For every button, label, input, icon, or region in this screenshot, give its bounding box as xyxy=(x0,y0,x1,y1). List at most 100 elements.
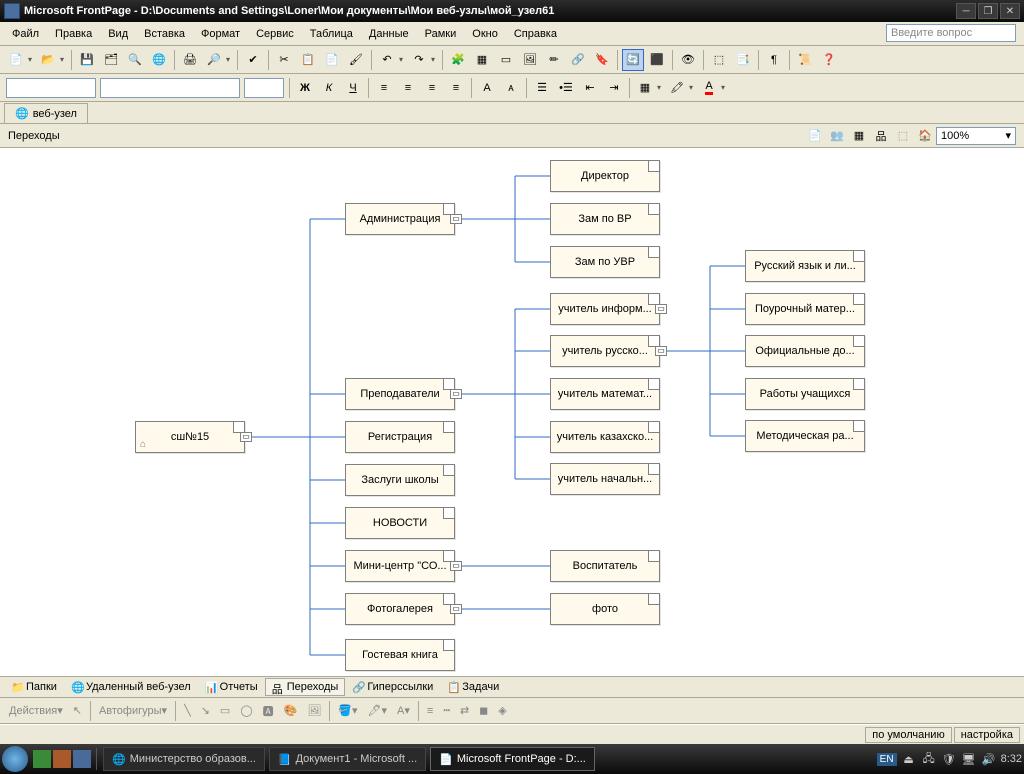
spelling-icon[interactable]: ✔ xyxy=(242,49,264,71)
help-icon[interactable]: ❓ xyxy=(818,49,840,71)
fill-color-icon[interactable]: 🪣▾ xyxy=(334,702,361,719)
align-center-icon[interactable]: ≡ xyxy=(397,77,419,99)
node-deputy-vr[interactable]: Зам по ВР xyxy=(550,203,660,235)
bookmark-icon[interactable]: 🔖 xyxy=(591,49,613,71)
new-page-icon[interactable]: 📄 xyxy=(5,49,27,71)
tab-tasks[interactable]: 📋Задачи xyxy=(440,678,506,696)
task-pane-icon[interactable]: 📑 xyxy=(732,49,754,71)
tab-folders[interactable]: 📁Папки xyxy=(4,678,64,696)
tray-network-icon[interactable]: 🖧 xyxy=(921,751,937,767)
size-combo[interactable] xyxy=(244,78,284,98)
menu-file[interactable]: Файл xyxy=(4,25,47,43)
save-icon[interactable]: 💾 xyxy=(76,49,98,71)
node-teacher-russian[interactable]: учитель русско...▭ xyxy=(550,335,660,367)
actions-menu[interactable]: Действия ▾ xyxy=(5,702,67,719)
ql-browser-icon[interactable] xyxy=(53,750,71,768)
tab-navigation[interactable]: 品Переходы xyxy=(265,678,346,696)
task-frontpage[interactable]: 📄Microsoft FrontPage - D:... xyxy=(430,747,595,771)
expand-icon[interactable]: ▭ xyxy=(450,561,462,571)
language-indicator[interactable]: EN xyxy=(877,753,897,766)
open-icon[interactable]: 📂 xyxy=(37,49,59,71)
expand-icon[interactable]: ▭ xyxy=(655,346,667,356)
menu-table[interactable]: Таблица xyxy=(302,25,361,43)
node-minicenter[interactable]: Мини-центр "СО...▭ xyxy=(345,550,455,582)
menu-data[interactable]: Данные xyxy=(361,25,417,43)
task-ministry[interactable]: 🌐Министерство образов... xyxy=(103,747,265,771)
dash-style-icon[interactable]: ┅ xyxy=(439,702,454,719)
rectangle-icon[interactable]: ▭ xyxy=(216,702,234,719)
close-button[interactable]: ✕ xyxy=(1000,3,1020,19)
justify-icon[interactable]: ≡ xyxy=(445,77,467,99)
align-right-icon[interactable]: ≡ xyxy=(421,77,443,99)
portrait-icon[interactable]: 🏠 xyxy=(915,126,935,146)
menu-window[interactable]: Окно xyxy=(464,25,506,43)
node-photo[interactable]: фото xyxy=(550,593,660,625)
layer-icon[interactable]: ▭ xyxy=(495,49,517,71)
undo-icon[interactable]: ↶ xyxy=(376,49,398,71)
doc-tab-website[interactable]: 🌐 веб-узел xyxy=(4,103,88,123)
arrow-style-icon[interactable]: ⇄ xyxy=(456,702,473,719)
wordart-icon[interactable]: 🎨 xyxy=(280,702,302,719)
node-educator[interactable]: Воспитатель xyxy=(550,550,660,582)
increase-indent-icon[interactable]: ⇥ xyxy=(603,77,625,99)
expand-icon[interactable]: ▭ xyxy=(450,389,462,399)
paste-icon[interactable]: 📄 xyxy=(321,49,343,71)
add-existing-icon[interactable]: 👥 xyxy=(827,126,847,146)
restore-button[interactable]: ❐ xyxy=(978,3,998,19)
align-left-icon[interactable]: ≡ xyxy=(373,77,395,99)
font-color-icon[interactable]: A xyxy=(698,77,720,99)
tab-remote[interactable]: 🌐Удаленный веб-узел xyxy=(64,678,198,696)
node-russian-lang[interactable]: Русский язык и ли... xyxy=(745,250,865,282)
drawing-icon[interactable]: ✏ xyxy=(543,49,565,71)
node-root[interactable]: сш№15 ⌂ ▭ xyxy=(135,421,245,453)
tray-monitor-icon[interactable]: 🖥 xyxy=(961,751,977,767)
font-color-icon[interactable]: A▾ xyxy=(393,702,414,719)
font-color-dropdown[interactable]: ▾ xyxy=(721,83,729,92)
redo-icon[interactable]: ↷ xyxy=(408,49,430,71)
format-painter-icon[interactable]: 🖌 xyxy=(345,49,367,71)
node-director[interactable]: Директор xyxy=(550,160,660,192)
navigation-canvas[interactable]: сш№15 ⌂ ▭ Администрация▭ Преподаватели▭ … xyxy=(0,148,1024,676)
publish-icon[interactable]: 🌐 xyxy=(148,49,170,71)
numbering-icon[interactable]: ☰ xyxy=(531,77,553,99)
hyperlink-icon[interactable]: 🔗 xyxy=(567,49,589,71)
select-icon[interactable]: ↖ xyxy=(69,702,86,719)
save-all-icon[interactable]: 🗂 xyxy=(100,49,122,71)
task-word[interactable]: 📘Документ1 - Microsoft ... xyxy=(269,747,426,771)
show-layer-icon[interactable]: ⬚ xyxy=(708,49,730,71)
show-all-icon[interactable]: 👁 xyxy=(677,49,699,71)
expand-icon[interactable]: ▭ xyxy=(450,604,462,614)
picture-icon[interactable]: 🖼 xyxy=(519,49,541,71)
expand-icon[interactable]: ▭ xyxy=(450,214,462,224)
3d-icon[interactable]: ◈ xyxy=(494,702,510,719)
underline-icon[interactable]: Ч xyxy=(342,77,364,99)
autoshapes-menu[interactable]: Автофигуры ▾ xyxy=(95,702,171,719)
refresh-icon[interactable]: 🔄 xyxy=(622,49,644,71)
clock[interactable]: 8:32 xyxy=(1001,753,1022,765)
tab-hyperlinks[interactable]: 🔗Гиперссылки xyxy=(345,678,440,696)
tray-safely-remove-icon[interactable]: ⏏ xyxy=(901,751,917,767)
textbox-icon[interactable]: 🅰 xyxy=(259,701,278,721)
stop-icon[interactable]: ⬛ xyxy=(646,49,668,71)
clipart-icon[interactable]: 🖼 xyxy=(303,702,325,719)
decrease-font-icon[interactable]: ᴀ xyxy=(500,77,522,99)
status-default[interactable]: по умолчанию xyxy=(865,727,951,743)
style-combo[interactable] xyxy=(6,78,96,98)
menu-tools[interactable]: Сервис xyxy=(248,25,302,43)
include-icon[interactable]: ⬚ xyxy=(893,126,913,146)
new-dropdown[interactable]: ▾ xyxy=(28,55,36,64)
node-teacher-kazakh[interactable]: учитель казахско... xyxy=(550,421,660,453)
increase-font-icon[interactable]: A xyxy=(476,77,498,99)
zoom-combo[interactable]: 100% ▾ xyxy=(936,127,1016,145)
node-teacher-math[interactable]: учитель математ... xyxy=(550,378,660,410)
borders-dropdown[interactable]: ▾ xyxy=(657,83,665,92)
view-subtree-icon[interactable]: ▦ xyxy=(849,126,869,146)
node-methodical[interactable]: Методическая ра... xyxy=(745,420,865,452)
node-guestbook[interactable]: Гостевая книга xyxy=(345,639,455,671)
node-teacher-it[interactable]: учитель информ...▭ xyxy=(550,293,660,325)
menu-edit[interactable]: Правка xyxy=(47,25,100,43)
arrow-icon[interactable]: ↘ xyxy=(197,702,214,719)
node-news[interactable]: НОВОСТИ xyxy=(345,507,455,539)
menu-insert[interactable]: Вставка xyxy=(136,25,193,43)
status-custom[interactable]: настройка xyxy=(954,727,1020,743)
